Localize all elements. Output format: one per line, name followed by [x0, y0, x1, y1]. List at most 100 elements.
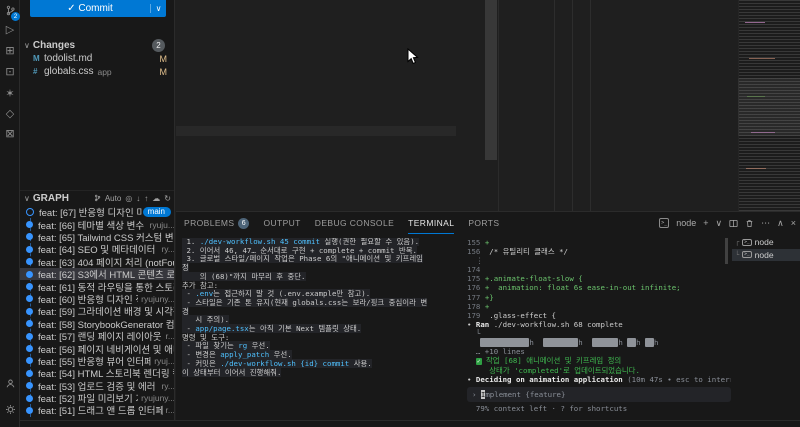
- code-line[interactable]: 241 echo -e "${GREEN}✓ 작업 [$task_id] $ta…: [499, 169, 737, 179]
- terminal-profile-dropdown[interactable]: ∨: [716, 218, 723, 229]
- code-line[interactable]: 232 # 체크박스 라인이면 카운터 증가: [499, 76, 737, 86]
- code-line[interactable]: 4# Replicate API Key for image generatio…: [176, 2, 456, 12]
- code-line[interactable]: 242 echo -e "${GREEN} 상태가 '$new_status'로…: [499, 179, 737, 189]
- commit-row[interactable]: feat: [57] 랜딩 페이지 레이아웃 구현... r...: [20, 330, 175, 342]
- commit-dropdown-chevron-icon[interactable]: ∨: [150, 4, 166, 13]
- code-line[interactable]: 239 if [[ "$updated" == true ]]; then: [499, 148, 737, 158]
- commit-row[interactable]: feat: [51] 드래그 앤 드롭 인터페이스... r...: [20, 404, 175, 416]
- more-actions-button[interactable]: ⋯: [761, 218, 770, 229]
- editor-scrollbar[interactable]: [485, 0, 497, 160]
- graph-auto-toggle[interactable]: Auto: [105, 194, 121, 203]
- code-line[interactable]: 21# Optional: File Upload Configuration: [176, 177, 456, 187]
- code-line[interactable]: 6: [176, 23, 456, 33]
- commit-row[interactable]: feat: [56] 페이지 네비게이션 및 애니메이...: [20, 342, 175, 354]
- code-line[interactable]: 227 echo "$updated_line" >> "$temp_file": [499, 25, 737, 35]
- panel-tab[interactable]: DEBUG CONSOLE: [315, 212, 394, 234]
- settings-sync-icon[interactable]: ⊠: [0, 124, 20, 142]
- commit-dot-icon: [26, 221, 33, 228]
- terminal-line-text: 상태가 'completed'로 업데이트되었습니다.: [467, 366, 640, 375]
- code-line[interactable]: 230 else: [499, 56, 737, 66]
- commit-row[interactable]: feat: [60] 반응형 디자인 적용... ryujuny...: [20, 293, 175, 305]
- code-line[interactable]: 240 mv "$temp_file" "$TODO_FILE": [499, 159, 737, 169]
- code-line[interactable]: 18RATE_LIMIT_MAX_REQUESTS=10: [176, 146, 456, 156]
- activity-bar: 2 ▷ ⊞ ⊡ ✶ ◇ ⊠: [0, 0, 20, 427]
- commit-button[interactable]: ✓ Commit ∨: [30, 0, 166, 17]
- code-line[interactable]: 229 ((current_task_counter++)): [499, 45, 737, 55]
- code-line[interactable]: 237 done < "$TODO_FILE": [499, 128, 737, 138]
- code-line[interactable]: 15NEXT_PUBLIC_APP_NAME="AI 스토리북 생성기": [176, 115, 456, 125]
- commit-row[interactable]: feat: [67] 반응형 디자인 미디... main: [20, 206, 175, 218]
- commit-row[interactable]: feat: [61] 동적 라우팅을 통한 스토리북 ...: [20, 280, 175, 292]
- new-terminal-button[interactable]: +: [703, 218, 708, 228]
- code-line[interactable]: 228 updated=true: [499, 35, 737, 45]
- terminal-instance-row[interactable]: ┌ >_ node: [732, 236, 800, 249]
- code-line[interactable]: 226 updated_line=$(echo "$line" | sed "s…: [499, 15, 737, 25]
- panel-tab[interactable]: TERMINAL: [408, 212, 454, 234]
- commit-row[interactable]: feat: [53] 업로드 검증 및 에러 표시... ry...: [20, 379, 175, 391]
- minimap-slider[interactable]: [738, 78, 800, 136]
- code-line[interactable]: 231 echo "$line" >> "$temp_file": [499, 66, 737, 76]
- terminal-scrollbar[interactable]: [725, 238, 728, 264]
- terminal-instance-row[interactable]: └ >_ node: [732, 249, 800, 262]
- code-line[interactable]: 20: [176, 167, 456, 177]
- code-line[interactable]: 23ALLOWED_FILE_TYPES=image/jpeg,image/pn…: [176, 198, 456, 208]
- code-line[interactable]: 17# Optional: Rate Limiting Configuratio…: [176, 136, 456, 146]
- container-tools-icon[interactable]: ◇: [0, 104, 20, 122]
- split-terminal-button[interactable]: [729, 219, 738, 228]
- code-line[interactable]: 236 fi: [499, 118, 737, 128]
- changed-file-row[interactable]: M todolist.md M: [20, 52, 175, 65]
- panel-tab[interactable]: OUTPUT: [263, 212, 300, 234]
- remote-explorer-icon[interactable]: ⊡: [0, 62, 20, 80]
- code-line[interactable]: 22MAX_FILE_SIZE_MB=10: [176, 187, 456, 197]
- code-line[interactable]: 5REPLICATE_API_KEY=: [176, 12, 456, 22]
- code-line[interactable]: 19RATE_LIMIT_WINDOW_MS=60000: [176, 156, 456, 166]
- commit-row[interactable]: feat: [65] Tailwind CSS 커스텀 변수 설...: [20, 231, 175, 243]
- maximize-panel-button[interactable]: ∧: [777, 218, 784, 229]
- changes-section-header[interactable]: ∨ Changes 2: [20, 38, 175, 52]
- panel-tab[interactable]: PORTS: [468, 212, 499, 234]
- commit-row[interactable]: feat: [59] 그라데이션 배경 및 시각적 요...: [20, 305, 175, 317]
- code-line[interactable]: 10AWS_REGION=: [176, 64, 456, 74]
- commit-row[interactable]: feat: [63] 404 페이지 처리 (notFound...: [20, 256, 175, 268]
- graph-target-icon[interactable]: ◎: [125, 194, 132, 203]
- editor-env-file[interactable]: 4# Replicate API Key for image generatio…: [176, 0, 498, 211]
- code-line[interactable]: 235 fi: [499, 107, 737, 117]
- source-control-icon[interactable]: 2: [0, 1, 20, 19]
- run-debug-icon[interactable]: ▷: [0, 20, 20, 38]
- commit-row[interactable]: feat: [54] HTML 스토리북 렌더링 컴포...: [20, 367, 175, 379]
- commit-row[interactable]: feat: [66] 테마별 색상 변수 정의... ryuju...: [20, 218, 175, 230]
- account-icon[interactable]: [0, 374, 20, 392]
- kill-terminal-button[interactable]: [745, 219, 754, 228]
- commit-row[interactable]: feat: [52] 파일 미리보기 기능... ryujuny...: [20, 392, 175, 404]
- code-line[interactable]: 16: [176, 126, 456, 136]
- code-line[interactable]: 225 local updated_line: [499, 4, 737, 14]
- commit-row[interactable]: feat: [55] 반응형 뷰어 인터페이스... ryuj...: [20, 355, 175, 367]
- extensions-icon[interactable]: ⊞: [0, 41, 20, 59]
- push-icon[interactable]: ↑: [144, 194, 148, 203]
- commit-row[interactable]: feat: [62] S3에서 HTML 콘텐츠 로드......: [20, 268, 175, 280]
- fetch-icon[interactable]: ↓: [136, 194, 140, 203]
- code-line[interactable]: 12: [176, 84, 456, 94]
- code-line[interactable]: 7# AWS S3 Configuration: [176, 33, 456, 43]
- code-line[interactable]: 13# Next.js Configuration: [176, 95, 456, 105]
- file-name: todolist.md: [44, 53, 92, 64]
- cloud-icon[interactable]: ☁: [152, 194, 160, 203]
- commit-row[interactable]: feat: [64] SEO 및 메타데이터 설정... ry...: [20, 243, 175, 255]
- commit-row[interactable]: feat: [58] StorybookGenerator 컴포...: [20, 318, 175, 330]
- code-line[interactable]: 14NEXT_PUBLIC_APP_URL=http://localhost:3…: [176, 105, 456, 115]
- code-line[interactable]: 238: [499, 138, 737, 148]
- code-line[interactable]: 233 if [[ $line =~ ^-\ \[.\]\ .+ ]]; the…: [499, 87, 737, 97]
- settings-gear-icon[interactable]: [0, 400, 20, 418]
- code-line[interactable]: 243 else: [499, 190, 737, 200]
- copilot-icon[interactable]: ✶: [0, 84, 20, 102]
- code-line[interactable]: 234 ((current_task_counter++)): [499, 97, 737, 107]
- graph-section-header[interactable]: ∨ GRAPH Auto ◎ ↓ ↑ ☁ ↻: [20, 190, 175, 205]
- close-panel-button[interactable]: ×: [791, 218, 796, 228]
- changed-file-row[interactable]: # globals.css app M: [20, 65, 175, 78]
- refresh-icon[interactable]: ↻: [164, 194, 171, 203]
- minimap[interactable]: [738, 0, 800, 211]
- editor-shell-script[interactable]: 224 if [[ ... ]] 225 local updated_line …: [498, 0, 800, 211]
- panel-tab[interactable]: PROBLEMS 6: [184, 212, 249, 234]
- code-line[interactable]: 244 rm "$temp_file": [499, 200, 737, 210]
- code-line[interactable]: 11S3_BUCKET=: [176, 74, 456, 84]
